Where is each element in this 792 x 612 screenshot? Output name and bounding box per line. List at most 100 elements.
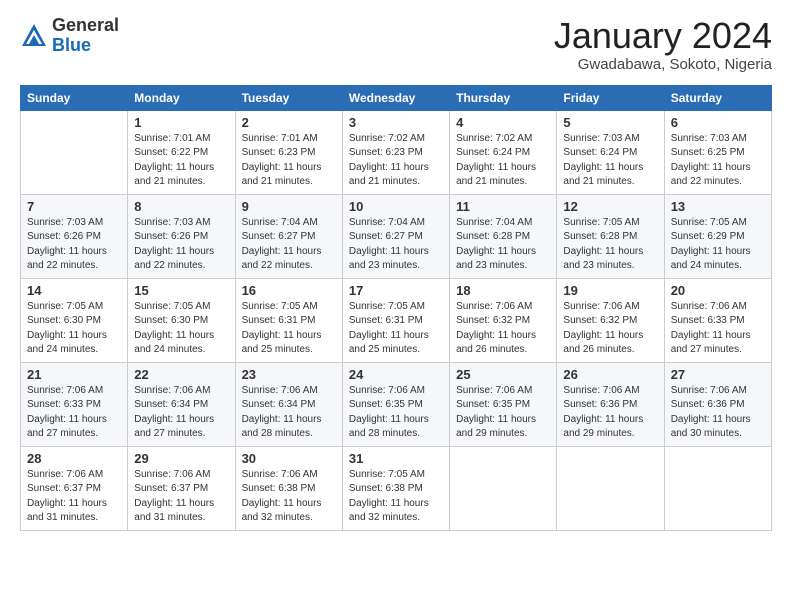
day-cell: 5Sunrise: 7:03 AM Sunset: 6:24 PM Daylig… <box>557 110 664 194</box>
day-cell: 15 Sunrise: 7:05 AM Sunset: 6:30 PM Dayli… <box>128 278 235 362</box>
day-info: Sunrise: 7:06 AM Sunset: 6:37 PM Dayligh… <box>134 468 228 526</box>
location: Gwadabawa, Sokoto, Nigeria <box>554 56 772 73</box>
day-cell: 28Sunrise: 7:06 AM Sunset: 6:37 PM Dayli… <box>21 446 128 530</box>
day-info: Sunrise: 7:02 AM Sunset: 6:24 PM Dayligh… <box>456 132 550 190</box>
logo: General Blue <box>20 16 119 56</box>
day-cell: 21Sunrise: 7:06 AM Sunset: 6:33 PM Dayli… <box>21 362 128 446</box>
day-cell: 25 Sunrise: 7:06 AM Sunset: 6:35 PM Dayli… <box>450 362 557 446</box>
day-cell: 16 Sunrise: 7:05 AM Sunset: 6:31 PM Dayli… <box>235 278 342 362</box>
day-info: Sunrise: 7:06 AM Sunset: 6:33 PM Dayligh… <box>671 300 765 358</box>
day-number: 12 <box>563 199 657 214</box>
day-number: 11 <box>456 199 550 214</box>
title-block: January 2024 Gwadabawa, Sokoto, Nigeria <box>554 16 772 73</box>
day-info: Sunrise: 7:03 AM Sunset: 6:25 PM Dayligh… <box>671 132 765 190</box>
logo-blue-text: Blue <box>52 36 119 56</box>
day-number: 10 <box>349 199 443 214</box>
day-cell: 2Sunrise: 7:01 AM Sunset: 6:23 PM Daylig… <box>235 110 342 194</box>
day-info: Sunrise: 7:05 AM Sunset: 6:29 PM Dayligh… <box>671 216 765 274</box>
logo-icon <box>20 22 48 50</box>
day-info: Sunrise: 7:06 AM Sunset: 6:36 PM Dayligh… <box>563 384 657 442</box>
day-info: Sunrise: 7:06 AM Sunset: 6:32 PM Dayligh… <box>563 300 657 358</box>
day-cell: 3 Sunrise: 7:02 AM Sunset: 6:23 PM Daylig… <box>342 110 449 194</box>
calendar-body: 1 Sunrise: 7:01 AM Sunset: 6:22 PM Daylig… <box>21 110 772 530</box>
day-cell: 14Sunrise: 7:05 AM Sunset: 6:30 PM Dayli… <box>21 278 128 362</box>
logo-general-text: General <box>52 16 119 36</box>
header-cell-wednesday: Wednesday <box>342 85 449 110</box>
calendar-header: SundayMondayTuesdayWednesdayThursdayFrid… <box>21 85 772 110</box>
day-number: 21 <box>27 367 121 382</box>
day-number: 17 <box>349 283 443 298</box>
day-info: Sunrise: 7:06 AM Sunset: 6:38 PM Dayligh… <box>242 468 336 526</box>
day-number: 16 <box>242 283 336 298</box>
day-cell: 27Sunrise: 7:06 AM Sunset: 6:36 PM Dayli… <box>664 362 771 446</box>
day-info: Sunrise: 7:06 AM Sunset: 6:35 PM Dayligh… <box>456 384 550 442</box>
day-info: Sunrise: 7:06 AM Sunset: 6:35 PM Dayligh… <box>349 384 443 442</box>
day-number: 27 <box>671 367 765 382</box>
day-info: Sunrise: 7:06 AM Sunset: 6:32 PM Dayligh… <box>456 300 550 358</box>
day-info: Sunrise: 7:03 AM Sunset: 6:24 PM Dayligh… <box>563 132 657 190</box>
logo-text: General Blue <box>52 16 119 56</box>
day-cell: 18Sunrise: 7:06 AM Sunset: 6:32 PM Dayli… <box>450 278 557 362</box>
day-info: Sunrise: 7:06 AM Sunset: 6:34 PM Dayligh… <box>242 384 336 442</box>
day-number: 30 <box>242 451 336 466</box>
day-info: Sunrise: 7:04 AM Sunset: 6:27 PM Dayligh… <box>349 216 443 274</box>
day-info: Sunrise: 7:06 AM Sunset: 6:34 PM Dayligh… <box>134 384 228 442</box>
week-row: 1 Sunrise: 7:01 AM Sunset: 6:22 PM Daylig… <box>21 110 772 194</box>
page: General Blue January 2024 Gwadabawa, Sok… <box>0 0 792 541</box>
day-number: 6 <box>671 115 765 130</box>
day-number: 31 <box>349 451 443 466</box>
day-cell: 13 Sunrise: 7:05 AM Sunset: 6:29 PM Dayli… <box>664 194 771 278</box>
day-cell <box>557 446 664 530</box>
day-info: Sunrise: 7:02 AM Sunset: 6:23 PM Dayligh… <box>349 132 443 190</box>
day-cell: 22 Sunrise: 7:06 AM Sunset: 6:34 PM Dayli… <box>128 362 235 446</box>
day-number: 23 <box>242 367 336 382</box>
day-info: Sunrise: 7:03 AM Sunset: 6:26 PM Dayligh… <box>27 216 121 274</box>
day-cell: 11 Sunrise: 7:04 AM Sunset: 6:28 PM Dayli… <box>450 194 557 278</box>
header-cell-monday: Monday <box>128 85 235 110</box>
day-number: 13 <box>671 199 765 214</box>
day-number: 1 <box>134 115 228 130</box>
day-cell: 19 Sunrise: 7:06 AM Sunset: 6:32 PM Dayli… <box>557 278 664 362</box>
day-cell: 20 Sunrise: 7:06 AM Sunset: 6:33 PM Dayli… <box>664 278 771 362</box>
day-number: 7 <box>27 199 121 214</box>
day-number: 25 <box>456 367 550 382</box>
day-info: Sunrise: 7:01 AM Sunset: 6:22 PM Dayligh… <box>134 132 228 190</box>
header-row: SundayMondayTuesdayWednesdayThursdayFrid… <box>21 85 772 110</box>
day-cell: 23 Sunrise: 7:06 AM Sunset: 6:34 PM Dayli… <box>235 362 342 446</box>
day-number: 15 <box>134 283 228 298</box>
calendar-table: SundayMondayTuesdayWednesdayThursdayFrid… <box>20 85 772 531</box>
week-row: 7 Sunrise: 7:03 AM Sunset: 6:26 PM Daylig… <box>21 194 772 278</box>
day-cell: 4 Sunrise: 7:02 AM Sunset: 6:24 PM Daylig… <box>450 110 557 194</box>
day-cell: 17 Sunrise: 7:05 AM Sunset: 6:31 PM Dayli… <box>342 278 449 362</box>
day-info: Sunrise: 7:05 AM Sunset: 6:31 PM Dayligh… <box>242 300 336 358</box>
day-info: Sunrise: 7:05 AM Sunset: 6:30 PM Dayligh… <box>134 300 228 358</box>
header-cell-sunday: Sunday <box>21 85 128 110</box>
day-info: Sunrise: 7:05 AM Sunset: 6:38 PM Dayligh… <box>349 468 443 526</box>
day-info: Sunrise: 7:03 AM Sunset: 6:26 PM Dayligh… <box>134 216 228 274</box>
day-cell: 8 Sunrise: 7:03 AM Sunset: 6:26 PM Daylig… <box>128 194 235 278</box>
day-number: 4 <box>456 115 550 130</box>
day-number: 9 <box>242 199 336 214</box>
day-number: 22 <box>134 367 228 382</box>
header-cell-saturday: Saturday <box>664 85 771 110</box>
week-row: 14Sunrise: 7:05 AM Sunset: 6:30 PM Dayli… <box>21 278 772 362</box>
day-info: Sunrise: 7:04 AM Sunset: 6:27 PM Dayligh… <box>242 216 336 274</box>
day-info: Sunrise: 7:01 AM Sunset: 6:23 PM Dayligh… <box>242 132 336 190</box>
day-info: Sunrise: 7:04 AM Sunset: 6:28 PM Dayligh… <box>456 216 550 274</box>
day-number: 24 <box>349 367 443 382</box>
day-info: Sunrise: 7:05 AM Sunset: 6:31 PM Dayligh… <box>349 300 443 358</box>
day-cell: 30 Sunrise: 7:06 AM Sunset: 6:38 PM Dayli… <box>235 446 342 530</box>
header-cell-friday: Friday <box>557 85 664 110</box>
day-cell: 6 Sunrise: 7:03 AM Sunset: 6:25 PM Daylig… <box>664 110 771 194</box>
day-number: 20 <box>671 283 765 298</box>
day-number: 3 <box>349 115 443 130</box>
week-row: 21Sunrise: 7:06 AM Sunset: 6:33 PM Dayli… <box>21 362 772 446</box>
day-cell: 9 Sunrise: 7:04 AM Sunset: 6:27 PM Daylig… <box>235 194 342 278</box>
day-number: 8 <box>134 199 228 214</box>
day-number: 19 <box>563 283 657 298</box>
day-cell: 26Sunrise: 7:06 AM Sunset: 6:36 PM Dayli… <box>557 362 664 446</box>
header: General Blue January 2024 Gwadabawa, Sok… <box>20 16 772 73</box>
header-cell-tuesday: Tuesday <box>235 85 342 110</box>
day-cell: 24 Sunrise: 7:06 AM Sunset: 6:35 PM Dayli… <box>342 362 449 446</box>
day-cell: 7 Sunrise: 7:03 AM Sunset: 6:26 PM Daylig… <box>21 194 128 278</box>
